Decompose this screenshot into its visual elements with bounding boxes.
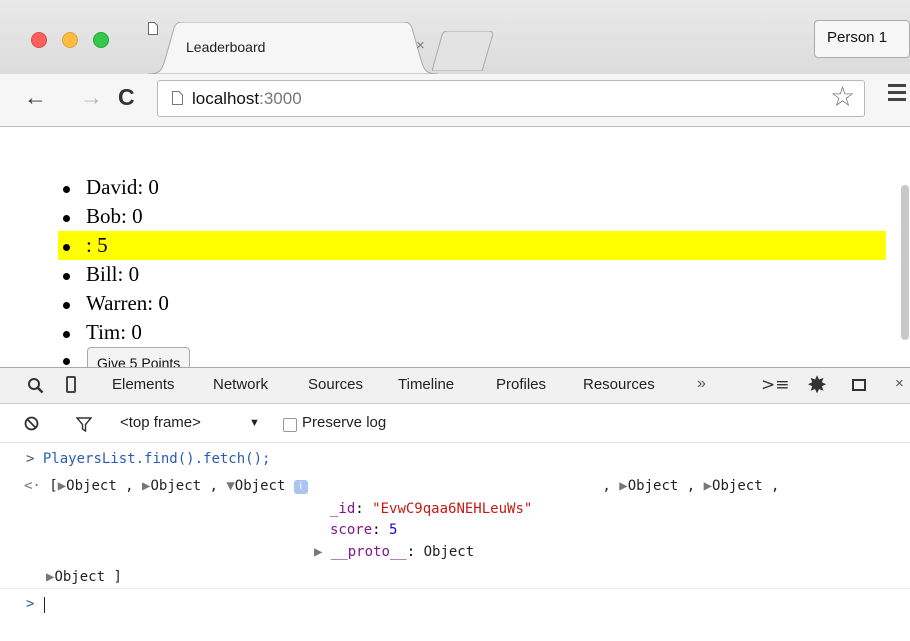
object-label[interactable]: Object — [235, 478, 286, 494]
filter-funnel-icon[interactable] — [76, 417, 92, 432]
object-label[interactable]: Object — [628, 478, 679, 494]
array-open: [ — [49, 478, 58, 494]
dock-side-icon[interactable] — [852, 379, 866, 391]
console-input-line: > PlayersList.find().fetch(); — [26, 451, 270, 467]
array-close: ] — [113, 569, 122, 585]
comma: , — [678, 478, 696, 494]
list-item[interactable]: Tim: 0 — [58, 318, 886, 347]
prompt-chevron: > — [26, 451, 35, 467]
url-text[interactable]: localhost:3000 — [192, 89, 302, 109]
expand-triangle-icon[interactable]: ▶ — [619, 478, 627, 494]
page-viewport: David: 0 Bob: 0: 5 Bill: 0 Warren: 0 Tim: 0 … — [0, 127, 910, 367]
devtools-tab-sources[interactable]: Sources — [308, 376, 363, 393]
devtools-tabbar: Elements Network Sources Timeline Profil… — [0, 367, 910, 404]
text-cursor — [44, 597, 45, 613]
list-item[interactable]: Bob: 0 — [58, 202, 886, 231]
comma: , — [116, 478, 134, 494]
chevron-down-icon[interactable]: ▼ — [249, 417, 260, 429]
bookmark-star-icon[interactable]: ☆ — [830, 83, 855, 111]
forward-arrow-icon[interactable]: → — [80, 84, 103, 111]
players-list: David: 0 Bob: 0: 5 Bill: 0 Warren: 0 Tim: 0 — [58, 173, 886, 347]
zoom-window-button[interactable] — [93, 32, 109, 48]
object-label[interactable]: Object — [66, 478, 117, 494]
devtools-tab-network[interactable]: Network — [213, 376, 268, 393]
list-bullet — [63, 358, 70, 365]
list-item[interactable]: Warren: 0 — [58, 289, 886, 318]
reload-icon[interactable]: C — [118, 84, 135, 111]
list-item-selected[interactable]: : 5 — [58, 231, 886, 260]
prop-key: _id — [330, 501, 356, 517]
info-icon[interactable]: i — [293, 480, 308, 494]
profile-button[interactable]: Person 1 — [814, 20, 910, 58]
prop-value: 5 — [389, 522, 398, 538]
console-result-end: ▶Object ] — [46, 569, 122, 585]
devtools-tab-profiles[interactable]: Profiles — [496, 376, 546, 393]
more-tabs-icon[interactable]: » — [697, 375, 706, 393]
expand-triangle-icon[interactable]: ▶ — [314, 544, 322, 560]
prop-value: Object — [423, 544, 475, 560]
device-mode-icon[interactable] — [66, 376, 76, 393]
object-label[interactable]: Object — [54, 569, 105, 585]
preserve-log-checkbox[interactable] — [283, 418, 297, 432]
prompt-chevron: > — [26, 596, 35, 612]
clear-console-icon[interactable] — [24, 416, 39, 431]
console-separator — [0, 588, 910, 589]
result-marker-icon: <· — [24, 478, 41, 494]
object-prop-id: _id: "EvwC9qaa6NEHLeuWs" — [330, 501, 533, 517]
console-output[interactable]: > PlayersList.find().fetch(); <· [▶Objec… — [0, 443, 910, 641]
object-label[interactable]: Object — [712, 478, 763, 494]
devtools-tab-elements[interactable]: Elements — [112, 376, 175, 393]
list-item[interactable]: Bill: 0 — [58, 260, 886, 289]
collapse-triangle-icon[interactable]: ▼ — [226, 478, 234, 494]
object-prop-score: score: 5 — [330, 522, 398, 538]
prop-key: __proto__ — [330, 544, 407, 560]
preserve-log-label: Preserve log — [302, 414, 387, 431]
console-command: PlayersList.find().fetch(); — [42, 451, 271, 467]
browser-tab-leaderboard[interactable]: Leaderboard × — [148, 22, 438, 74]
comma: , — [762, 478, 780, 494]
console-prompt-line[interactable]: > — [26, 596, 34, 612]
object-prop-proto: ▶ __proto__: Object — [314, 544, 475, 560]
prop-key: score — [330, 522, 373, 538]
tab-close-icon[interactable]: × — [416, 37, 425, 54]
close-icon[interactable]: × — [895, 375, 904, 392]
inspect-search-icon[interactable] — [27, 377, 44, 394]
frame-selector[interactable]: <top frame> — [120, 414, 201, 431]
new-tab-button[interactable] — [432, 31, 500, 71]
devtools-tab-resources[interactable]: Resources — [583, 376, 655, 393]
back-arrow-icon[interactable]: ← — [24, 84, 47, 111]
console-drawer-icon[interactable]: >≡ — [761, 375, 790, 395]
address-bar[interactable]: localhost:3000 — [157, 80, 865, 117]
console-result-tail: , ▶Object , ▶Object , — [594, 478, 779, 494]
url-host: localhost — [192, 89, 260, 108]
url-port: :3000 — [259, 89, 302, 108]
comma: , — [201, 478, 218, 494]
list-item[interactable]: David: 0 — [58, 173, 886, 202]
page-icon — [148, 22, 158, 35]
give-points-button[interactable]: Give 5 Points — [87, 347, 191, 367]
close-window-button[interactable] — [31, 32, 47, 48]
expand-triangle-icon[interactable]: ▶ — [704, 478, 712, 494]
comma: , — [594, 478, 611, 494]
page-icon — [172, 91, 183, 105]
expand-triangle-icon[interactable]: ▶ — [58, 478, 66, 494]
gear-icon[interactable]: ✸ — [807, 371, 827, 400]
minimize-window-button[interactable] — [62, 32, 78, 48]
prop-value: "EvwC9qaa6NEHLeuWs" — [372, 501, 533, 517]
object-label[interactable]: Object — [150, 478, 201, 494]
devtools-tab-timeline[interactable]: Timeline — [398, 376, 454, 393]
hamburger-menu-icon[interactable] — [888, 84, 906, 106]
tab-title: Leaderboard — [186, 39, 266, 55]
console-result-line: <· [▶Object , ▶Object , ▼Object i — [24, 478, 308, 494]
page-scrollbar[interactable] — [901, 185, 909, 340]
console-filter-bar: <top frame> ▼ Preserve log — [0, 404, 910, 443]
